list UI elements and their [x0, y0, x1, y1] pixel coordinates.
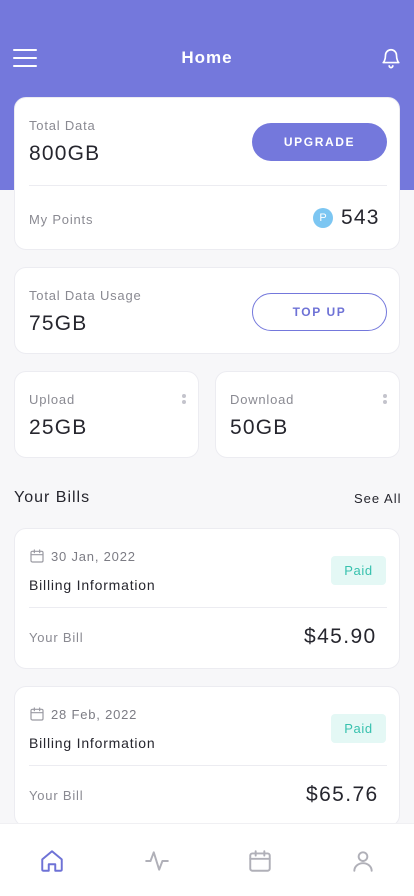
- data-usage-value: 75GB: [29, 312, 88, 335]
- profile-icon[interactable]: [350, 848, 376, 874]
- bill-amount: $45.90: [304, 625, 377, 648]
- bill-title: Billing Information: [29, 735, 156, 751]
- calendar-icon: [30, 549, 44, 563]
- bill-card[interactable]: 30 Jan, 2022 Billing Information Paid Yo…: [14, 528, 400, 669]
- total-data-card: Total Data 800GB UPGRADE My Points P 543: [14, 97, 400, 250]
- upload-value: 25GB: [29, 416, 88, 439]
- points-icon: P: [313, 208, 333, 228]
- bill-card[interactable]: 28 Feb, 2022 Billing Information Paid Yo…: [14, 686, 400, 827]
- upload-card[interactable]: Upload 25GB: [14, 371, 199, 458]
- your-bill-label: Your Bill: [29, 630, 84, 645]
- calendar-icon[interactable]: [247, 848, 273, 874]
- download-label: Download: [230, 392, 295, 407]
- card-divider: [29, 607, 387, 608]
- upload-more-icon[interactable]: [182, 394, 186, 408]
- card-divider: [29, 185, 387, 186]
- card-divider: [29, 765, 387, 766]
- download-more-icon[interactable]: [383, 394, 387, 408]
- bill-title: Billing Information: [29, 577, 156, 593]
- total-data-value: 800GB: [29, 142, 101, 165]
- bottom-nav: [0, 823, 414, 896]
- bill-date: 30 Jan, 2022: [51, 549, 136, 564]
- total-data-label: Total Data: [29, 118, 96, 133]
- download-value: 50GB: [230, 416, 289, 439]
- data-usage-card: Total Data Usage 75GB TOP UP: [14, 267, 400, 354]
- see-all-link[interactable]: See All: [354, 491, 401, 506]
- bill-date: 28 Feb, 2022: [51, 707, 138, 722]
- my-points-label: My Points: [29, 212, 94, 227]
- points-value: 543: [341, 206, 380, 229]
- page-title: Home: [181, 48, 233, 67]
- data-usage-label: Total Data Usage: [29, 288, 142, 303]
- status-badge: Paid: [331, 714, 386, 743]
- home-icon[interactable]: [39, 848, 65, 874]
- download-card[interactable]: Download 50GB: [215, 371, 400, 458]
- section-title-your-bills: Your Bills: [14, 489, 91, 506]
- calendar-icon: [30, 707, 44, 721]
- upgrade-button[interactable]: UPGRADE: [252, 123, 387, 161]
- status-badge: Paid: [331, 556, 386, 585]
- activity-icon[interactable]: [144, 848, 170, 874]
- upload-label: Upload: [29, 392, 75, 407]
- top-up-button[interactable]: TOP UP: [252, 293, 387, 331]
- bell-icon[interactable]: [380, 46, 402, 70]
- your-bill-label: Your Bill: [29, 788, 84, 803]
- bill-amount: $65.76: [306, 783, 379, 806]
